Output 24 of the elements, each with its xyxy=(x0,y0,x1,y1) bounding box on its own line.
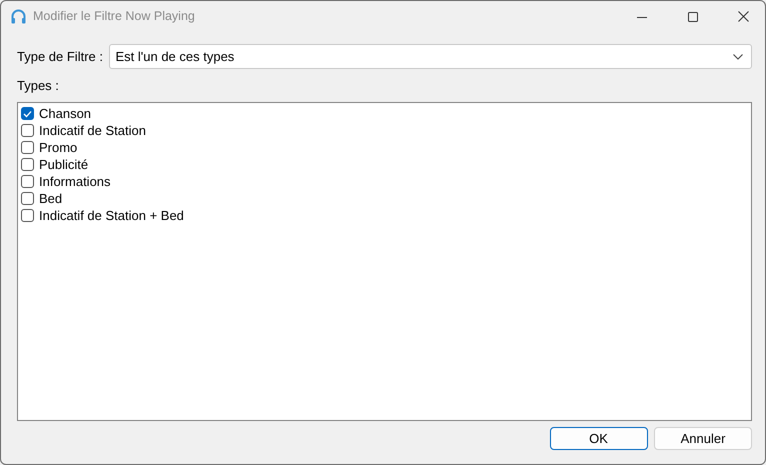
checkbox-label: Bed xyxy=(39,190,62,208)
chevron-down-icon xyxy=(733,54,743,60)
maximize-icon[interactable] xyxy=(688,12,698,22)
checkbox[interactable] xyxy=(21,175,34,188)
checkbox-label: Chanson xyxy=(39,104,92,123)
filter-type-label: Type de Filtre : xyxy=(17,48,103,66)
window-title: Modifier le Filtre Now Playing xyxy=(33,8,195,26)
filter-type-dropdown[interactable]: Est l'un de ces types xyxy=(109,44,752,69)
ok-button[interactable]: OK xyxy=(550,427,648,450)
checkbox[interactable] xyxy=(21,158,34,171)
checkbox[interactable] xyxy=(21,192,34,205)
checkbox[interactable] xyxy=(21,141,34,154)
headphones-icon xyxy=(10,8,27,25)
checkbox[interactable] xyxy=(21,209,34,222)
checkbox[interactable] xyxy=(21,124,34,137)
checkbox-label: Promo xyxy=(39,138,78,157)
cancel-button[interactable]: Annuler xyxy=(654,427,752,450)
checkbox-label: Informations xyxy=(39,172,111,191)
checkbox[interactable] xyxy=(21,107,34,120)
close-icon[interactable] xyxy=(738,11,748,22)
checkbox-label: Indicatif de Station xyxy=(39,122,146,140)
checkbox-label: Publicité xyxy=(39,156,88,174)
checkbox-label: Indicatif de Station + Bed xyxy=(39,206,184,225)
types-label: Types : xyxy=(17,78,59,92)
